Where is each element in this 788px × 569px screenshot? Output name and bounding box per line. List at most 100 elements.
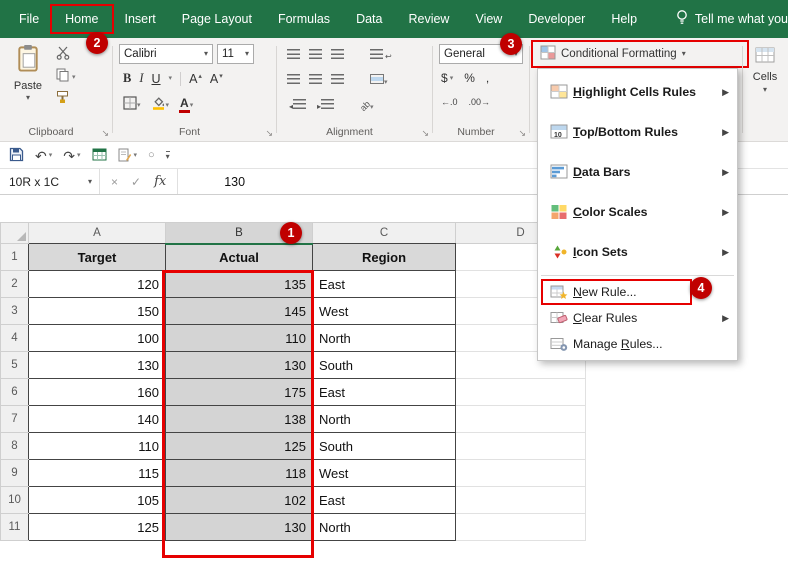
align-top-button[interactable]	[287, 46, 300, 64]
save-button[interactable]	[9, 147, 24, 164]
tab-insert[interactable]: Insert	[112, 0, 169, 38]
row-header-1[interactable]: 1	[1, 244, 29, 271]
bold-button[interactable]: B	[123, 71, 131, 86]
cell-C1[interactable]: Region	[313, 244, 456, 271]
row-header-5[interactable]: 5	[1, 352, 29, 379]
cell-B9[interactable]: 118	[166, 460, 313, 487]
font-name-select[interactable]: Calibri ▾	[119, 44, 213, 64]
align-bottom-button[interactable]	[331, 46, 344, 64]
cell-D6[interactable]	[456, 379, 586, 406]
tab-view[interactable]: View	[462, 0, 515, 38]
italic-button[interactable]: I	[139, 71, 143, 86]
copy-button[interactable]: ▾	[56, 70, 76, 85]
orientation-button[interactable]: ab▾	[360, 96, 374, 114]
menu-item-data-bars[interactable]: Data Bars▶	[538, 152, 737, 192]
record-macro-button[interactable]: ○	[148, 150, 155, 161]
align-right-button[interactable]	[331, 71, 344, 89]
font-dialog-launcher-icon[interactable]: ↘	[265, 128, 273, 139]
select-all-corner[interactable]	[1, 223, 29, 244]
cell-A7[interactable]: 140	[29, 406, 166, 433]
clipboard-dialog-launcher-icon[interactable]: ↘	[101, 128, 109, 139]
table-button[interactable]	[92, 148, 107, 163]
row-header-7[interactable]: 7	[1, 406, 29, 433]
cell-C9[interactable]: West	[313, 460, 456, 487]
cell-A3[interactable]: 150	[29, 298, 166, 325]
cell-D8[interactable]	[456, 433, 586, 460]
decrease-indent-button[interactable]: ◂	[287, 96, 306, 114]
align-center-button[interactable]	[309, 71, 322, 89]
fill-color-button[interactable]: ▾	[151, 95, 170, 115]
tab-formulas[interactable]: Formulas	[265, 0, 343, 38]
row-header-10[interactable]: 10	[1, 487, 29, 514]
cell-B11[interactable]: 130	[166, 514, 313, 541]
menu-item-manage-rules[interactable]: Manage Rules...	[538, 331, 737, 357]
alignment-dialog-launcher-icon[interactable]: ↘	[421, 128, 429, 139]
format-painter-button[interactable]	[56, 92, 76, 107]
insert-function-button[interactable]: fx	[154, 174, 166, 189]
align-left-button[interactable]	[287, 71, 300, 89]
tab-review[interactable]: Review	[395, 0, 462, 38]
underline-caret-icon[interactable]: ▾	[169, 75, 173, 82]
accounting-format-button[interactable]: $▾	[441, 71, 453, 85]
column-header-C[interactable]: C	[313, 223, 456, 244]
cell-A6[interactable]: 160	[29, 379, 166, 406]
tell-me-box[interactable]: Tell me what you	[675, 9, 788, 29]
row-header-11[interactable]: 11	[1, 514, 29, 541]
cell-B8[interactable]: 125	[166, 433, 313, 460]
enter-icon[interactable]: ✓	[131, 175, 141, 189]
cell-B5[interactable]: 130	[166, 352, 313, 379]
cell-C7[interactable]: North	[313, 406, 456, 433]
increase-font-size-button[interactable]: A▴	[189, 72, 202, 86]
menu-item-highlight-cells-rules[interactable]: Highlight Cells Rules▶	[538, 72, 737, 112]
font-color-caret-icon[interactable]: ▾	[190, 102, 194, 109]
font-color-button[interactable]: A▾	[179, 97, 193, 113]
cell-A4[interactable]: 100	[29, 325, 166, 352]
borders-caret-icon[interactable]: ▾	[137, 102, 141, 109]
redo-caret-icon[interactable]: ▾	[77, 152, 81, 159]
row-header-8[interactable]: 8	[1, 433, 29, 460]
tab-page-layout[interactable]: Page Layout	[169, 0, 265, 38]
row-header-6[interactable]: 6	[1, 379, 29, 406]
decrease-font-size-button[interactable]: A▾	[210, 72, 223, 86]
paste-button[interactable]: Paste ▾	[8, 44, 48, 102]
cell-A9[interactable]: 115	[29, 460, 166, 487]
cell-C4[interactable]: North	[313, 325, 456, 352]
cell-C2[interactable]: East	[313, 271, 456, 298]
menu-item-top-bottom-rules[interactable]: 10Top/Bottom Rules▶	[538, 112, 737, 152]
cancel-icon[interactable]: ×	[111, 175, 118, 189]
percent-style-button[interactable]: %	[464, 71, 475, 85]
menu-item-color-scales[interactable]: Color Scales▶	[538, 192, 737, 232]
cell-A10[interactable]: 105	[29, 487, 166, 514]
cell-D10[interactable]	[456, 487, 586, 514]
increase-decimal-icon[interactable]: ←.0	[441, 97, 458, 107]
tab-developer[interactable]: Developer	[515, 0, 598, 38]
cell-B1[interactable]: Actual	[166, 244, 313, 271]
cell-D9[interactable]	[456, 460, 586, 487]
redo-button[interactable]: ↷▾	[63, 149, 80, 163]
cell-C6[interactable]: East	[313, 379, 456, 406]
row-header-2[interactable]: 2	[1, 271, 29, 298]
name-box[interactable]: 10R x 1C ▾	[0, 169, 100, 194]
increase-indent-button[interactable]: ▸	[315, 96, 334, 114]
cells-button[interactable]: Cells ▾	[744, 45, 786, 94]
cell-A8[interactable]: 110	[29, 433, 166, 460]
sheet-edit-caret-icon[interactable]: ▾	[134, 152, 138, 159]
cell-B2[interactable]: 135	[166, 271, 313, 298]
comma-style-button[interactable]: ,	[486, 71, 489, 85]
cell-A5[interactable]: 130	[29, 352, 166, 379]
name-box-caret-icon[interactable]: ▾	[88, 178, 92, 186]
cell-C11[interactable]: North	[313, 514, 456, 541]
cell-B3[interactable]: 145	[166, 298, 313, 325]
cell-D11[interactable]	[456, 514, 586, 541]
undo-caret-icon[interactable]: ▾	[49, 152, 53, 159]
column-header-A[interactable]: A	[29, 223, 166, 244]
menu-item-clear-rules[interactable]: Clear Rules▶	[538, 305, 737, 331]
copy-dropdown-caret-icon[interactable]: ▾	[72, 74, 76, 81]
merge-center-button[interactable]: ▾	[370, 71, 388, 89]
row-header-9[interactable]: 9	[1, 460, 29, 487]
sheet-edit-button[interactable]: ▾	[118, 148, 138, 164]
wrap-text-button[interactable]: ↩	[370, 46, 392, 64]
underline-button[interactable]: U	[152, 72, 161, 86]
cut-button[interactable]	[56, 48, 76, 63]
align-middle-button[interactable]	[309, 46, 322, 64]
